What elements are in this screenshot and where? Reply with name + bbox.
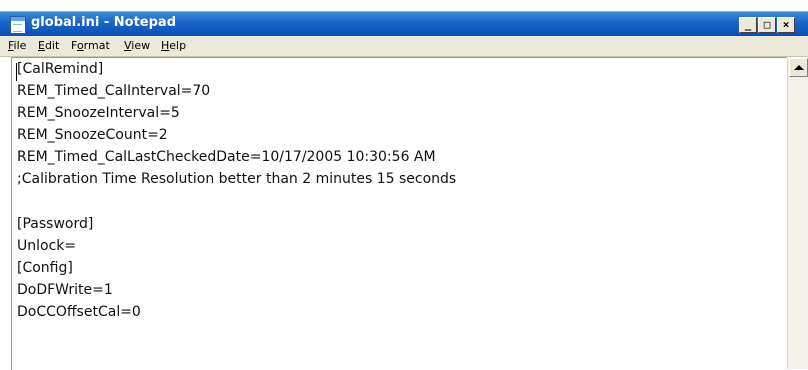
- text-line: Unlock=: [17, 238, 77, 254]
- minimize-button[interactable]: _: [739, 17, 757, 33]
- menu-format[interactable]: Format: [71, 39, 110, 52]
- menu-edit-rest: dit: [44, 39, 60, 52]
- text-line: REM_SnoozeInterval=5: [17, 105, 180, 121]
- menu-format-mnemonic: o: [76, 39, 84, 52]
- notepad-window: global.ini - Notepad _ □ × File Edit For…: [0, 0, 808, 370]
- menu-help[interactable]: Help: [161, 39, 186, 52]
- text-line: [Config]: [17, 260, 73, 276]
- notepad-icon[interactable]: [10, 16, 26, 34]
- text-editor[interactable]: [CalRemind] REM_Timed_CalInterval=70 REM…: [11, 57, 787, 370]
- text-line: REM_Timed_CalInterval=70: [17, 83, 211, 99]
- arrow-up-icon[interactable]: [789, 58, 808, 77]
- text-line: REM_SnoozeCount=2: [17, 127, 168, 143]
- menu-edit-mnemonic: E: [38, 39, 45, 52]
- menu-view[interactable]: View: [124, 39, 150, 52]
- menu-file[interactable]: File: [8, 39, 26, 52]
- menu-view-rest: iew: [131, 39, 151, 52]
- window-title: global.ini - Notepad: [31, 15, 177, 30]
- maximize-button[interactable]: □: [758, 17, 776, 33]
- close-button[interactable]: ×: [777, 17, 795, 33]
- vertical-scrollbar[interactable]: [787, 58, 808, 369]
- text-line: REM_Timed_CalLastCheckedDate=10/17/2005 …: [17, 149, 436, 165]
- text-line: DoCCOffsetCal=0: [17, 304, 141, 320]
- text-line: [Password]: [17, 216, 94, 232]
- text-line: ;Calibration Time Resolution better than…: [17, 171, 457, 187]
- text-line: [CalRemind]: [17, 61, 104, 77]
- menu-file-rest: ile: [13, 39, 27, 52]
- menu-edit[interactable]: Edit: [38, 39, 59, 52]
- menu-format-rest: rmat: [83, 39, 110, 52]
- menu-bar: File Edit Format View Help: [0, 36, 808, 57]
- title-bar[interactable]: global.ini - Notepad _ □ ×: [0, 11, 808, 36]
- menu-help-rest: elp: [169, 39, 187, 52]
- text-line: DoDFWrite=1: [17, 282, 113, 298]
